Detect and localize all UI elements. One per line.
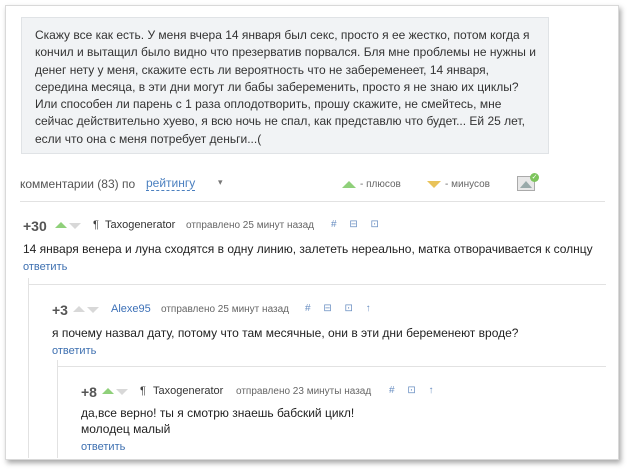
vote-up-icon[interactable] [102, 388, 114, 394]
comments-toolbar: комментарии (83) по рейтингу ▾ - плюсов … [20, 173, 545, 194]
thread-line [57, 360, 58, 458]
comment-score: +30 [23, 218, 47, 234]
pluses-label: - плюсов [360, 179, 401, 190]
check-icon: ✓ [530, 173, 539, 182]
vote-up-icon [342, 180, 356, 188]
user-icon: ¶ [93, 219, 99, 231]
minuses-label: - минусов [445, 179, 490, 190]
mountain-icon [520, 181, 532, 188]
comment-header: +30 ¶ Taxogenerator отправлено 25 минут … [23, 218, 603, 234]
reply-link[interactable]: ответить [23, 261, 603, 273]
comment-text: я почему назвал дату, потому что там мес… [52, 326, 519, 340]
image-icon[interactable]: ✓ [517, 173, 539, 191]
vote-down-icon[interactable] [87, 307, 99, 313]
comment-author[interactable]: Taxogenerator [105, 219, 175, 231]
post-body: Скажу все как есть. У меня вчера 14 янва… [21, 17, 549, 154]
comment-time: отправлено 25 минут назад [161, 304, 289, 315]
comment-actions[interactable]: # ⊡ ↑ [389, 385, 439, 396]
comment-2: +3 Alexe95 отправлено 25 минут назад # ⊟… [52, 302, 602, 357]
thread-line [28, 278, 29, 458]
comment-text: да,все верно! ты я смотрю знаешь бабский… [81, 405, 601, 437]
comment-time: отправлено 25 минут назад [186, 220, 314, 231]
chevron-down-icon[interactable]: ▾ [218, 177, 223, 188]
vote-up-icon[interactable] [73, 306, 85, 312]
comment-score: +3 [52, 302, 68, 318]
divider [20, 201, 605, 202]
comment-actions[interactable]: # ⊟ ⊡ ↑ [305, 303, 376, 314]
comment-text-line: да,все верно! ты я смотрю знаешь бабский… [81, 406, 355, 420]
comments-count: комментарии (83) по [20, 177, 136, 191]
reply-link[interactable]: ответить [81, 441, 601, 453]
comment-actions[interactable]: # ⊟ ⊡ [331, 219, 384, 230]
pluses-legend[interactable]: - плюсов [342, 179, 401, 190]
comment-header: +8 ¶ Taxogenerator отправлено 23 минуты … [81, 384, 601, 400]
comment-author[interactable]: Taxogenerator [153, 385, 223, 397]
sort-rating-link[interactable]: рейтингу [146, 177, 196, 191]
divider [28, 284, 606, 285]
comment-time: отправлено 23 минуты назад [236, 386, 372, 397]
comment-header: +3 Alexe95 отправлено 25 минут назад # ⊟… [52, 302, 602, 318]
comment-1: +30 ¶ Taxogenerator отправлено 25 минут … [23, 218, 603, 273]
vote-down-icon[interactable] [116, 389, 128, 395]
vote-down-icon[interactable] [69, 223, 81, 229]
divider [57, 366, 606, 367]
vote-up-icon[interactable] [55, 222, 67, 228]
user-icon: ¶ [140, 385, 146, 397]
post-text: Скажу все как есть. У меня вчера 14 янва… [35, 28, 536, 146]
comment-author[interactable]: Alexe95 [111, 303, 151, 315]
comment-3: +8 ¶ Taxogenerator отправлено 23 минуты … [81, 384, 601, 453]
comment-score: +8 [81, 384, 97, 400]
vote-down-icon [427, 180, 441, 188]
comment-text: 14 января венера и луна сходятся в одну … [23, 242, 593, 256]
minuses-legend[interactable]: - минусов [427, 179, 490, 190]
comment-text-line: молодец малый [81, 422, 171, 436]
reply-link[interactable]: ответить [52, 345, 602, 357]
